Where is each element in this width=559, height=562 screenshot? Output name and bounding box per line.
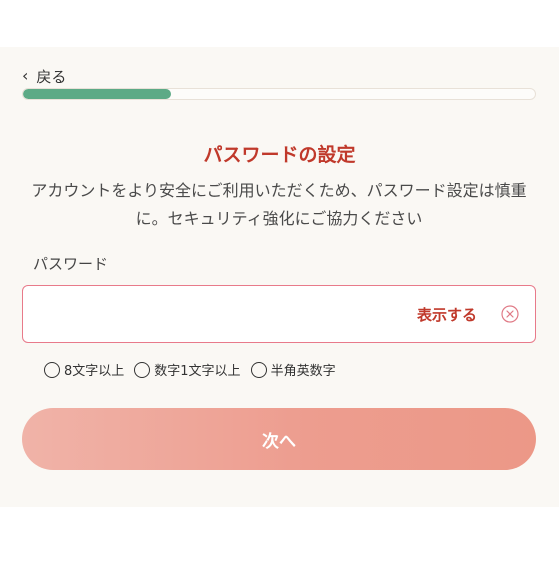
- rule-label: 数字1文字以上: [154, 364, 241, 379]
- rule-alphanumeric: 半角英数字: [250, 360, 336, 379]
- password-field-container: 表示する: [22, 285, 536, 343]
- rule-check-icon: [44, 361, 60, 378]
- rule-check-icon: [250, 361, 267, 378]
- show-password-button[interactable]: 表示する: [417, 304, 477, 325]
- clear-icon[interactable]: [501, 305, 519, 323]
- progress-fill: [23, 89, 172, 99]
- rule-digit: 数字1文字以上: [134, 360, 241, 379]
- password-rules: 8文字以上 数字1文字以上 半角英数字: [44, 360, 346, 379]
- password-input[interactable]: [35, 300, 399, 330]
- rule-label: 8文字以上: [64, 364, 125, 379]
- rule-label: 半角英数字: [270, 364, 336, 379]
- page-title: パスワードの設定: [203, 144, 356, 166]
- rule-check-icon: [134, 361, 151, 378]
- rule-length: 8文字以上: [44, 360, 124, 379]
- page-description: アカウントをより安全にご利用いただくため、パスワード設定は慎重に。セキュリティ強…: [31, 181, 527, 228]
- progress-bar: [22, 88, 536, 100]
- password-label: パスワード: [33, 255, 109, 273]
- back-label: 戻る: [36, 67, 67, 86]
- chevron-left-icon: ‹: [22, 66, 29, 85]
- back-button[interactable]: ‹ 戻る: [22, 66, 66, 86]
- next-button[interactable]: 次へ: [22, 408, 536, 470]
